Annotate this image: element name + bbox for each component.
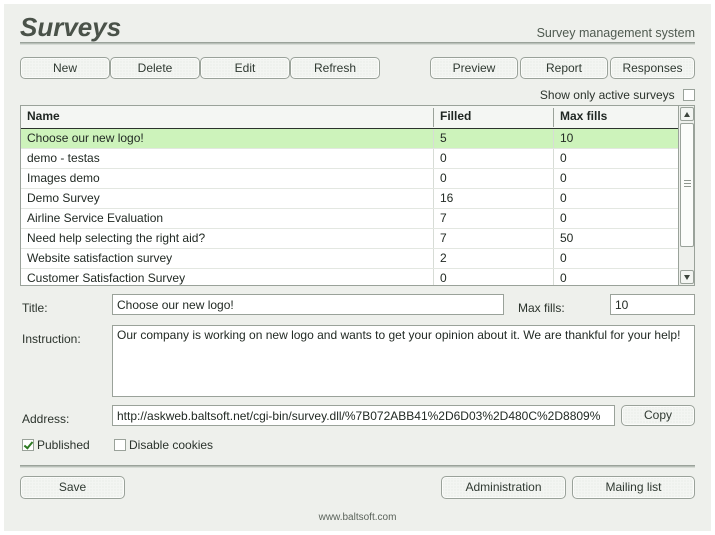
administration-button[interactable]: Administration bbox=[441, 476, 566, 499]
disable-cookies-row[interactable]: Disable cookies bbox=[114, 438, 213, 452]
instruction-textarea[interactable]: Our company is working on new logo and w… bbox=[112, 325, 695, 397]
title-input[interactable] bbox=[112, 294, 504, 315]
cell-name: Demo Survey bbox=[27, 191, 100, 205]
surveys-window: Surveys Survey management system New Del… bbox=[4, 4, 711, 531]
cell-filled: 2 bbox=[440, 251, 447, 265]
max-fills-label: Max fills: bbox=[518, 301, 565, 315]
cell-name: Airline Service Evaluation bbox=[27, 211, 164, 225]
cell-name: Customer Satisfaction Survey bbox=[27, 271, 186, 285]
published-label: Published bbox=[37, 438, 90, 452]
cell-max-fills: 0 bbox=[560, 151, 567, 165]
cell-filled: 5 bbox=[440, 131, 447, 145]
delete-button[interactable]: Delete bbox=[110, 57, 200, 79]
table-row[interactable]: Airline Service Evaluation 7 0 bbox=[21, 209, 680, 229]
cell-filled: 0 bbox=[440, 271, 447, 285]
table-row[interactable]: Customer Satisfaction Survey 0 0 bbox=[21, 269, 680, 285]
triangle-up-icon bbox=[684, 112, 690, 117]
new-button[interactable]: New bbox=[20, 57, 110, 79]
scrollbar-thumb[interactable] bbox=[680, 123, 694, 247]
grip-icon bbox=[684, 180, 691, 187]
column-header-filled[interactable]: Filled bbox=[434, 106, 553, 128]
disable-cookies-checkbox[interactable] bbox=[114, 439, 126, 451]
cell-max-fills: 0 bbox=[560, 211, 567, 225]
cell-filled: 16 bbox=[440, 191, 454, 205]
app-subtitle: Survey management system bbox=[536, 26, 695, 40]
cell-max-fills: 0 bbox=[560, 171, 567, 185]
column-header-max-fills[interactable]: Max fills bbox=[554, 106, 680, 128]
table-row[interactable]: Website satisfaction survey 2 0 bbox=[21, 249, 680, 269]
table-header-row: Name Filled Max fills bbox=[21, 106, 694, 129]
table-row[interactable]: Images demo 0 0 bbox=[21, 169, 680, 189]
column-header-name[interactable]: Name bbox=[21, 106, 433, 128]
preview-button[interactable]: Preview bbox=[430, 57, 518, 79]
published-checkbox[interactable] bbox=[22, 439, 34, 451]
footer-link[interactable]: www.baltsoft.com bbox=[4, 512, 711, 523]
cell-name: Website satisfaction survey bbox=[27, 251, 173, 265]
cell-max-fills: 0 bbox=[560, 251, 567, 265]
table-row[interactable]: Choose our new logo! 5 10 bbox=[21, 129, 680, 149]
edit-button[interactable]: Edit bbox=[200, 57, 290, 79]
cell-filled: 0 bbox=[440, 151, 447, 165]
instruction-label: Instruction: bbox=[22, 332, 81, 346]
responses-button[interactable]: Responses bbox=[610, 57, 695, 79]
address-input[interactable] bbox=[112, 405, 615, 426]
cell-name: demo - testas bbox=[27, 151, 100, 165]
cell-filled: 0 bbox=[440, 171, 447, 185]
table-body: Choose our new logo! 5 10 demo - testas 0 0 Im… bbox=[21, 129, 680, 285]
table-scrollbar[interactable] bbox=[678, 106, 694, 285]
max-fills-input[interactable] bbox=[610, 294, 695, 315]
cell-filled: 7 bbox=[440, 231, 447, 245]
title-label: Title: bbox=[22, 301, 48, 315]
footer-divider bbox=[20, 465, 695, 468]
table-row[interactable]: Need help selecting the right aid? 7 50 bbox=[21, 229, 680, 249]
scroll-up-button[interactable] bbox=[680, 107, 694, 121]
cell-name: Need help selecting the right aid? bbox=[27, 231, 206, 245]
cell-name: Choose our new logo! bbox=[27, 131, 144, 145]
show-active-surveys-row[interactable]: Show only active surveys bbox=[540, 88, 695, 102]
cell-filled: 7 bbox=[440, 211, 447, 225]
cell-max-fills: 0 bbox=[560, 271, 567, 285]
copy-button[interactable]: Copy bbox=[621, 405, 695, 426]
cell-name: Images demo bbox=[27, 171, 100, 185]
header-divider bbox=[20, 42, 695, 45]
disable-cookies-label: Disable cookies bbox=[129, 438, 214, 452]
show-active-surveys-checkbox[interactable] bbox=[683, 89, 695, 101]
cell-max-fills: 50 bbox=[560, 231, 574, 245]
report-button[interactable]: Report bbox=[520, 57, 608, 79]
table-row[interactable]: Demo Survey 16 0 bbox=[21, 189, 680, 209]
refresh-button[interactable]: Refresh bbox=[290, 57, 380, 79]
table-row[interactable]: demo - testas 0 0 bbox=[21, 149, 680, 169]
published-row[interactable]: Published bbox=[22, 438, 90, 452]
triangle-down-icon bbox=[684, 275, 690, 280]
show-active-surveys-label: Show only active surveys bbox=[539, 88, 675, 102]
mailing-list-button[interactable]: Mailing list bbox=[572, 476, 695, 499]
cell-max-fills: 0 bbox=[560, 191, 567, 205]
save-button[interactable]: Save bbox=[20, 476, 125, 499]
address-label: Address: bbox=[22, 412, 70, 426]
surveys-table[interactable]: Name Filled Max fills Choose our new log… bbox=[20, 105, 695, 286]
cell-max-fills: 10 bbox=[560, 131, 574, 145]
scroll-down-button[interactable] bbox=[680, 270, 694, 284]
page-title: Surveys bbox=[20, 12, 122, 42]
